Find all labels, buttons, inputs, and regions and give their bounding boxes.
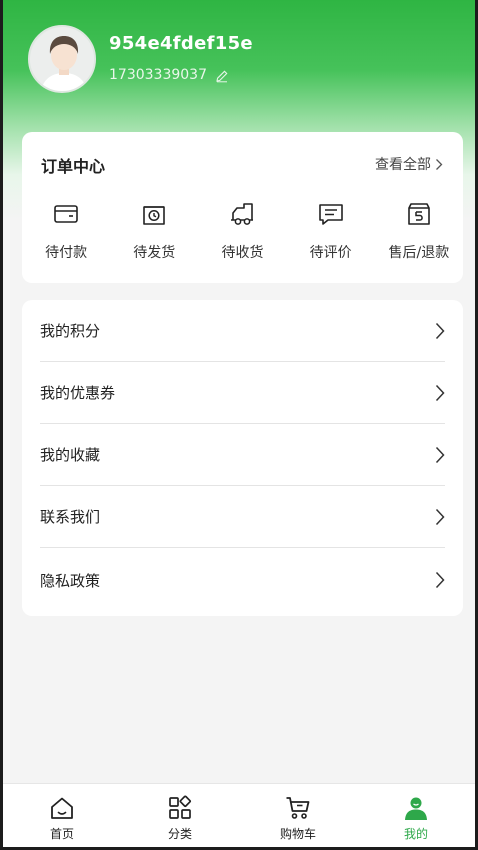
tab-label: 分类	[167, 827, 192, 841]
tab-mine[interactable]: 我的	[357, 784, 475, 847]
tab-cart[interactable]: 购物车	[239, 784, 357, 847]
chevron-right-icon	[435, 384, 445, 401]
order-item-pending-payment[interactable]: 待付款	[22, 200, 110, 262]
username: 954e4fdef15e	[109, 33, 253, 54]
menu-item-contact-us[interactable]: 联系我们	[40, 486, 445, 548]
cart-icon	[286, 797, 310, 819]
chevron-right-icon	[436, 158, 443, 170]
tab-label: 我的	[403, 827, 428, 841]
phone-row: 17303339037	[109, 67, 229, 83]
edit-icon[interactable]	[215, 68, 229, 83]
order-item-label: 待收货	[221, 245, 264, 261]
menu-card: 我的积分 我的优惠券 我的收藏 联系我们 隐私政策	[22, 300, 463, 616]
order-item-label: 待发货	[133, 245, 176, 261]
menu-item-label: 联系我们	[40, 508, 101, 526]
menu-item-label: 我的收藏	[40, 446, 101, 464]
tab-category[interactable]: 分类	[121, 784, 239, 847]
chevron-right-icon	[435, 508, 445, 525]
order-item-label: 售后/退款	[388, 245, 450, 261]
chevron-right-icon	[435, 446, 445, 463]
menu-item-label: 隐私政策	[40, 571, 101, 590]
avatar[interactable]	[28, 25, 96, 93]
menu-item-points[interactable]: 我的积分	[40, 300, 445, 362]
order-item-label: 待评价	[309, 245, 352, 261]
order-status-row: 待付款 待发货 待收货 待评价 售后/退款	[22, 200, 463, 262]
home-icon	[51, 797, 73, 819]
tab-label: 购物车	[279, 827, 316, 841]
view-all-orders-link[interactable]: 查看全部	[375, 154, 443, 174]
menu-item-favorites[interactable]: 我的收藏	[40, 424, 445, 486]
tab-home[interactable]: 首页	[3, 784, 121, 847]
chevron-right-icon	[435, 322, 445, 339]
wallet-icon	[54, 205, 78, 223]
app-frame: 954e4fdef15e 17303339037 订单中心 查看全部 待付款 待…	[0, 0, 478, 850]
phone-number: 17303339037	[109, 67, 207, 83]
menu-item-label: 我的优惠券	[40, 384, 116, 402]
tab-label: 首页	[49, 827, 74, 841]
order-center-card: 订单中心 查看全部 待付款 待发货 待收货 待评价 售后/退款	[22, 132, 463, 283]
user-icon	[405, 797, 427, 820]
refund-icon	[408, 203, 430, 225]
order-center-title: 订单中心	[41, 157, 106, 176]
bottom-tab-bar: 首页 分类 购物车 我的	[3, 783, 475, 847]
order-item-after-sales[interactable]: 售后/退款	[375, 200, 463, 262]
order-item-pending-review[interactable]: 待评价	[287, 200, 375, 262]
grid-icon	[169, 795, 191, 819]
menu-item-label: 我的积分	[40, 322, 101, 340]
view-all-label: 查看全部	[375, 157, 431, 173]
comment-icon	[318, 204, 343, 225]
clock-box-icon	[143, 206, 166, 225]
chevron-right-icon	[435, 571, 445, 589]
menu-item-coupons[interactable]: 我的优惠券	[40, 362, 445, 424]
menu-item-privacy-policy[interactable]: 隐私政策	[40, 549, 445, 611]
order-item-pending-receipt[interactable]: 待收货	[198, 200, 286, 262]
order-item-pending-shipment[interactable]: 待发货	[110, 200, 198, 262]
order-item-label: 待付款	[45, 245, 88, 261]
truck-icon	[231, 203, 254, 225]
